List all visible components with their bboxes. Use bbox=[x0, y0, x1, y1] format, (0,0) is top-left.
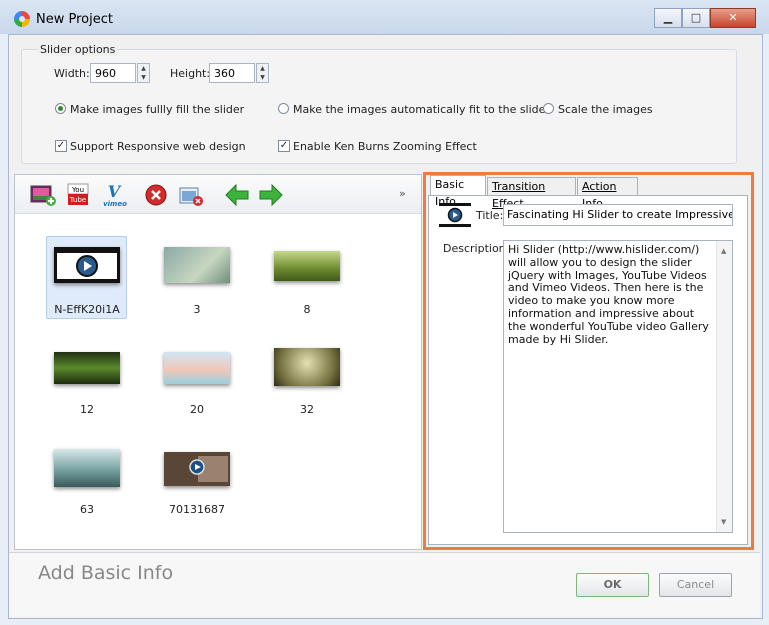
youtube-icon[interactable]: You Tube bbox=[66, 183, 92, 207]
youtube-icon-text-bottom: Tube bbox=[69, 196, 86, 204]
scale-images-label: Scale the images bbox=[558, 103, 653, 116]
responsive-label: Support Responsive web design bbox=[70, 140, 246, 153]
app-logo-icon bbox=[14, 11, 30, 27]
ok-button[interactable]: OK bbox=[576, 573, 649, 597]
description-text: Hi Slider (http://www.hislider.com/) wil… bbox=[508, 243, 709, 346]
thumbnail-4[interactable] bbox=[164, 352, 230, 384]
vimeo-icon-text: vimeo bbox=[103, 200, 127, 207]
add-image-icon[interactable] bbox=[30, 183, 56, 207]
description-label: Description: bbox=[443, 242, 510, 255]
tab-action-info[interactable]: Action Info bbox=[577, 177, 638, 210]
delete-icon[interactable] bbox=[144, 183, 170, 207]
title-input[interactable]: Fascinating Hi Slider to create Impressi… bbox=[503, 204, 733, 226]
status-hint: Add Basic Info bbox=[38, 562, 174, 584]
scroll-down-icon[interactable]: ▼ bbox=[721, 518, 726, 526]
width-stepper[interactable]: ▲ ▼ bbox=[137, 63, 150, 83]
new-project-window: New Project ▁ □ ✕ Slider options Width: … bbox=[0, 0, 769, 625]
window-controls: ▁ □ ✕ bbox=[654, 8, 756, 28]
thumbnail-caption-1: 3 bbox=[193, 303, 201, 316]
minimize-icon[interactable]: ▁ bbox=[654, 8, 682, 28]
arrow-left-icon[interactable] bbox=[224, 183, 250, 207]
fit-slider-radio[interactable] bbox=[278, 103, 289, 114]
delete-all-icon[interactable] bbox=[178, 183, 204, 207]
height-stepper[interactable]: ▲ ▼ bbox=[256, 63, 269, 83]
maximize-icon[interactable]: □ bbox=[682, 8, 710, 28]
youtube-icon-text-top: You bbox=[71, 186, 84, 194]
description-textarea[interactable]: Hi Slider (http://www.hislider.com/) wil… bbox=[503, 240, 733, 533]
toolbar-overflow-icon[interactable]: » bbox=[399, 187, 406, 200]
width-input[interactable]: 960 bbox=[90, 63, 136, 83]
cancel-button[interactable]: Cancel bbox=[659, 573, 732, 597]
svg-text:V: V bbox=[108, 183, 122, 201]
thumbnail-caption-6: 63 bbox=[80, 503, 94, 516]
fit-slider-label: Make the images automatically fit to the… bbox=[293, 103, 550, 116]
thumbnail-1[interactable] bbox=[164, 247, 230, 283]
responsive-checkbox[interactable]: ✓ bbox=[55, 140, 67, 152]
scale-images-radio[interactable] bbox=[543, 103, 554, 114]
fill-slider-label: Make images fullly fill the slider bbox=[70, 103, 245, 116]
title-label: Title: bbox=[476, 209, 504, 222]
vimeo-icon[interactable]: Vvimeo bbox=[100, 182, 132, 208]
description-scrollbar[interactable]: ▲ ▼ bbox=[716, 241, 732, 532]
width-label: Width: bbox=[54, 67, 90, 80]
slider-options-legend: Slider options bbox=[38, 43, 118, 56]
thumbnail-caption-2: 8 bbox=[303, 303, 311, 316]
thumbnail-caption-4: 20 bbox=[190, 403, 204, 416]
thumbnail-6[interactable] bbox=[54, 449, 120, 487]
thumbnail-caption-0: N-EffK20i1A bbox=[54, 303, 120, 316]
ken-burns-checkbox[interactable]: ✓ bbox=[278, 140, 290, 152]
thumbnail-5[interactable] bbox=[274, 348, 340, 386]
video-thumbnail-icon bbox=[439, 203, 471, 227]
window-title: New Project bbox=[36, 12, 113, 27]
thumbnail-caption-7: 70131687 bbox=[169, 503, 225, 516]
height-input[interactable]: 360 bbox=[209, 63, 255, 83]
scroll-up-icon[interactable]: ▲ bbox=[721, 247, 726, 255]
thumbnail-7[interactable] bbox=[164, 452, 230, 486]
thumbnail-0[interactable] bbox=[54, 247, 120, 283]
arrow-right-icon[interactable] bbox=[258, 183, 284, 207]
thumbnail-2[interactable] bbox=[274, 251, 340, 281]
thumbnail-3[interactable] bbox=[54, 352, 120, 384]
thumbnail-caption-5: 32 bbox=[300, 403, 314, 416]
fill-slider-radio[interactable] bbox=[55, 103, 66, 114]
ken-burns-label: Enable Ken Burns Zooming Effect bbox=[293, 140, 477, 153]
thumbnail-caption-3: 12 bbox=[80, 403, 94, 416]
tab-basic-info[interactable]: Basic Info bbox=[430, 175, 486, 208]
close-icon[interactable]: ✕ bbox=[710, 8, 756, 28]
height-label: Height: bbox=[170, 67, 211, 80]
tab-transition-effect[interactable]: Transition Effect bbox=[487, 177, 576, 210]
